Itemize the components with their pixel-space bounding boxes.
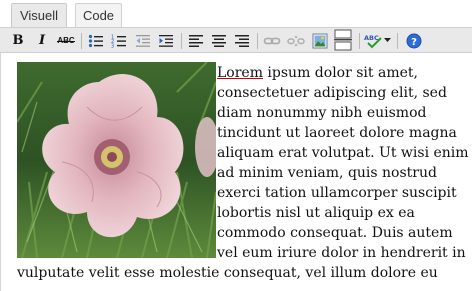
editor-widget: Visuell Code B I ABC 1 2 3 ABC ? Lorem i…: [0, 0, 472, 291]
unlink-button[interactable]: [286, 31, 306, 50]
toolbar-separator: [181, 33, 182, 49]
numbered-list-icon: 1 2 3: [111, 34, 126, 48]
help-button[interactable]: ?: [404, 31, 424, 50]
toolbar-separator: [397, 33, 398, 49]
text-line: diam nonummy nibh euismod: [217, 105, 427, 121]
text-line: Lorem ipsum dolor sit amet,: [217, 63, 467, 83]
toolbar-separator: [81, 33, 82, 49]
svg-text:3: 3: [111, 43, 114, 48]
formatting-toolbar: B I ABC 1 2 3 ABC ?: [0, 27, 472, 53]
svg-text:?: ?: [411, 37, 417, 48]
svg-text:ABC: ABC: [364, 34, 379, 42]
unlink-icon: [287, 35, 305, 46]
toolbar-separator: [257, 33, 258, 49]
text-line: commodo consequat. Duis autem: [217, 225, 453, 241]
text-line: lobortis nisl ut aliquip ex ea: [217, 205, 415, 221]
bullet-list-icon: [88, 34, 103, 47]
spellcheck-icon: ABC: [364, 34, 382, 48]
italic-label: I: [38, 33, 46, 48]
numbered-list-button[interactable]: 1 2 3: [109, 31, 129, 50]
help-icon: ?: [406, 33, 422, 48]
flower-photo: [17, 62, 216, 258]
outdent-button[interactable]: [133, 31, 153, 50]
spellcheck-language-dropdown[interactable]: [382, 31, 392, 50]
align-right-icon: [235, 34, 249, 47]
align-left-button[interactable]: [186, 31, 206, 50]
text-line: vulputate velit esse molestie consequat,…: [17, 265, 438, 281]
align-left-icon: [189, 34, 203, 47]
content-editor[interactable]: Lorem ipsum dolor sit amet, consectetuer…: [0, 53, 472, 291]
align-center-icon: [212, 34, 226, 47]
paragraph-text-continued: vulputate velit esse molestie consequat,…: [17, 263, 472, 283]
text-fragment: ipsum dolor sit amet,: [262, 65, 418, 81]
tab-visual[interactable]: Visuell: [11, 3, 67, 27]
text-line: vel eum iriure dolor in hendrerit in: [217, 245, 466, 261]
mode-tabs: Visuell Code: [0, 0, 472, 27]
more-tag-icon: [334, 29, 352, 51]
insert-image-icon: [312, 33, 328, 48]
bullet-list-button[interactable]: [86, 31, 106, 50]
text-line: ad minim veniam, quis nostrud: [217, 165, 437, 181]
flower-image[interactable]: [17, 62, 216, 258]
paragraph-text: Lorem ipsum dolor sit amet, consectetuer…: [217, 63, 469, 263]
more-tag-button[interactable]: [332, 29, 354, 51]
align-center-button[interactable]: [209, 31, 229, 50]
link-icon: [263, 37, 281, 44]
link-button[interactable]: [262, 31, 282, 50]
dropdown-arrow-icon: [383, 38, 391, 42]
spellcheck-button[interactable]: ABC: [364, 31, 384, 50]
indent-icon: [159, 34, 173, 47]
text-line: exerci tation ullamcorper suscipit: [217, 185, 457, 201]
strikethrough-label: ABC: [57, 36, 76, 45]
outdent-icon: [136, 34, 150, 47]
bold-button[interactable]: B: [8, 31, 28, 50]
misspelled-word[interactable]: Lorem: [217, 65, 263, 81]
bold-label: B: [12, 33, 24, 48]
indent-button[interactable]: [156, 31, 176, 50]
tab-code[interactable]: Code: [75, 3, 122, 27]
strikethrough-button[interactable]: ABC: [56, 31, 76, 50]
toolbar-separator: [359, 33, 360, 49]
text-line: tincidunt ut laoreet dolore magna: [217, 125, 457, 141]
align-right-button[interactable]: [232, 31, 252, 50]
text-line: consectetuer adipiscing elit, sed: [217, 85, 447, 101]
italic-button[interactable]: I: [32, 31, 52, 50]
insert-image-button[interactable]: [310, 31, 330, 50]
text-line: aliquam erat volutpat. Ut wisi enim: [217, 145, 469, 161]
